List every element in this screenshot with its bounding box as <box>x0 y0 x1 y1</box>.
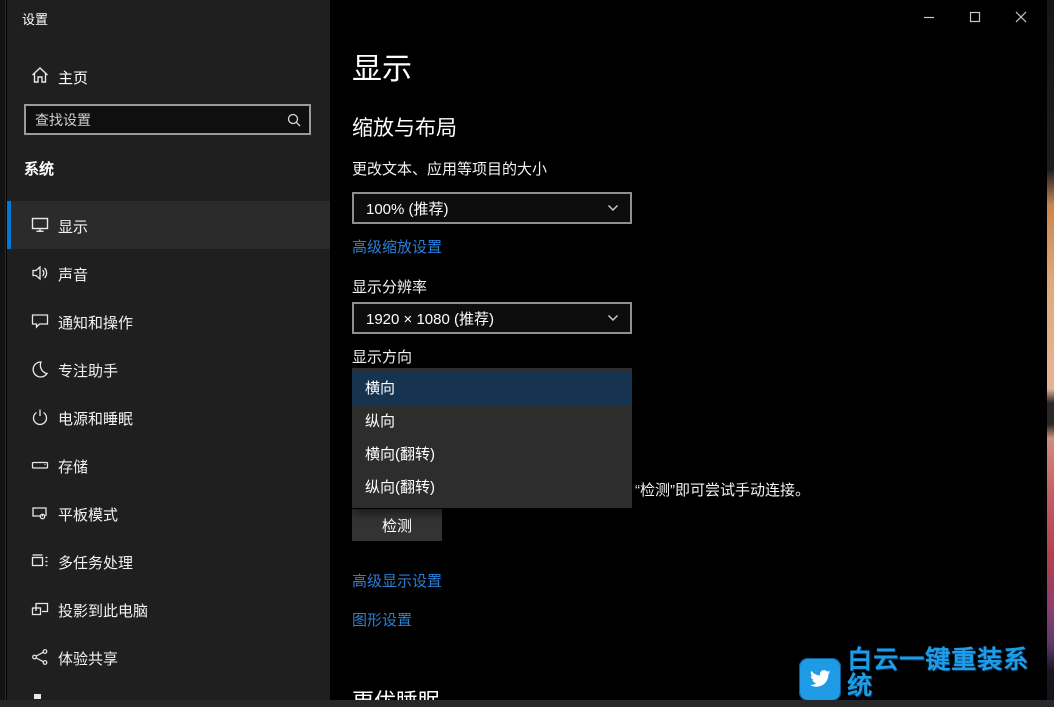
sidebar-item-home[interactable]: 主页 <box>7 58 330 94</box>
advanced-display-link[interactable]: 高级显示设置 <box>352 570 442 591</box>
search-input[interactable] <box>26 112 279 128</box>
maximize-button[interactable] <box>952 0 998 34</box>
sidebar-item-projecting[interactable]: 投影到此电脑 <box>7 585 330 633</box>
projecting-icon <box>30 599 50 619</box>
sidebar-item-shared-experiences[interactable]: 体验共享 <box>7 633 330 681</box>
advanced-scaling-link[interactable]: 高级缩放设置 <box>352 236 442 257</box>
taskbar-top-sliver <box>0 700 1054 707</box>
sidebar-item-sound[interactable]: 声音 <box>7 249 330 297</box>
moon-icon <box>30 359 50 379</box>
sidebar-item-label: 电源和睡眠 <box>58 408 133 429</box>
orientation-label: 显示方向 <box>352 346 412 367</box>
scale-combobox[interactable]: 100% (推荐) <box>352 192 632 224</box>
graphics-settings-link[interactable]: 图形设置 <box>352 609 412 630</box>
resolution-combobox[interactable]: 1920 × 1080 (推荐) <box>352 302 632 334</box>
sidebar-item-label: 存储 <box>58 456 88 477</box>
sidebar-item-label: 专注助手 <box>58 360 118 381</box>
multitasking-icon <box>30 551 50 571</box>
sidebar-nav: 显示 声音 通知和操作 <box>7 201 330 681</box>
window-controls <box>906 0 1044 34</box>
dropdown-option-landscape[interactable]: 横向 <box>352 372 632 405</box>
page-title: 显示 <box>352 44 412 88</box>
sidebar-item-label: 通知和操作 <box>58 312 133 333</box>
sidebar-home-label: 主页 <box>58 67 88 88</box>
resolution-combobox-value: 1920 × 1080 (推荐) <box>354 308 596 329</box>
screen: 设置 主页 系统 显示 <box>0 0 1054 707</box>
sidebar-item-power-sleep[interactable]: 电源和睡眠 <box>7 393 330 441</box>
sidebar-item-label: 显示 <box>58 216 88 237</box>
minimize-button[interactable] <box>906 0 952 34</box>
selected-accent-bar <box>7 201 11 249</box>
shared-experiences-icon <box>30 647 50 667</box>
sidebar-item-display[interactable]: 显示 <box>7 201 330 249</box>
display-icon <box>30 215 50 235</box>
orientation-dropdown-list: 横向 纵向 横向(翻转) 纵向(翻转) <box>352 368 632 508</box>
dropdown-option-portrait-flipped[interactable]: 纵向(翻转) <box>352 471 632 504</box>
sidebar-item-label: 多任务处理 <box>58 552 133 573</box>
chevron-down-icon <box>596 201 630 215</box>
tablet-mode-icon <box>30 503 50 523</box>
main-content: 显示 缩放与布局 更改文本、应用等项目的大小 100% (推荐) 高级缩放设置 … <box>330 0 1047 700</box>
dropdown-option-landscape-flipped[interactable]: 横向(翻转) <box>352 438 632 471</box>
home-icon <box>30 65 50 85</box>
detect-button[interactable]: 检测 <box>352 509 442 541</box>
sidebar-item-label: 投影到此电脑 <box>58 600 148 621</box>
chevron-down-icon <box>596 311 630 325</box>
sidebar: 设置 主页 系统 显示 <box>7 0 330 700</box>
search-box <box>24 104 311 135</box>
storage-icon <box>30 455 50 475</box>
scale-label: 更改文本、应用等项目的大小 <box>352 158 547 179</box>
scale-combobox-value: 100% (推荐) <box>354 198 596 219</box>
sidebar-item-label: 声音 <box>58 264 88 285</box>
power-icon <box>30 407 50 427</box>
partial-next-item-icon <box>34 694 41 699</box>
watermark-title: 白云一键重装系统 <box>847 647 1047 699</box>
notifications-icon <box>30 311 50 331</box>
sidebar-item-focus-assist[interactable]: 专注助手 <box>7 345 330 393</box>
watermark: 白云一键重装系统 www.baiyunxitong.com <box>799 657 1047 701</box>
sidebar-item-notifications[interactable]: 通知和操作 <box>7 297 330 345</box>
dropdown-option-portrait[interactable]: 纵向 <box>352 405 632 438</box>
watermark-bird-icon <box>799 658 841 701</box>
sidebar-item-multitasking[interactable]: 多任务处理 <box>7 537 330 585</box>
section-heading-scale-layout: 缩放与布局 <box>352 112 457 142</box>
sidebar-item-storage[interactable]: 存储 <box>7 441 330 489</box>
sidebar-section-heading: 系统 <box>24 158 54 179</box>
sidebar-item-label: 平板模式 <box>58 504 118 525</box>
app-title: 设置 <box>22 9 48 28</box>
sound-icon <box>30 263 50 283</box>
sidebar-item-label: 体验共享 <box>58 648 118 669</box>
multi-display-partial-text: “检测”即可尝试手动连接。 <box>635 479 810 500</box>
sidebar-item-tablet-mode[interactable]: 平板模式 <box>7 489 330 537</box>
window-left-edge <box>0 0 6 707</box>
close-button[interactable] <box>998 0 1044 34</box>
resolution-label: 显示分辨率 <box>352 276 427 297</box>
search-icon[interactable] <box>279 112 309 128</box>
watermark-text: 白云一键重装系统 www.baiyunxitong.com <box>847 647 1047 707</box>
settings-window: 设置 主页 系统 显示 <box>0 0 1047 707</box>
